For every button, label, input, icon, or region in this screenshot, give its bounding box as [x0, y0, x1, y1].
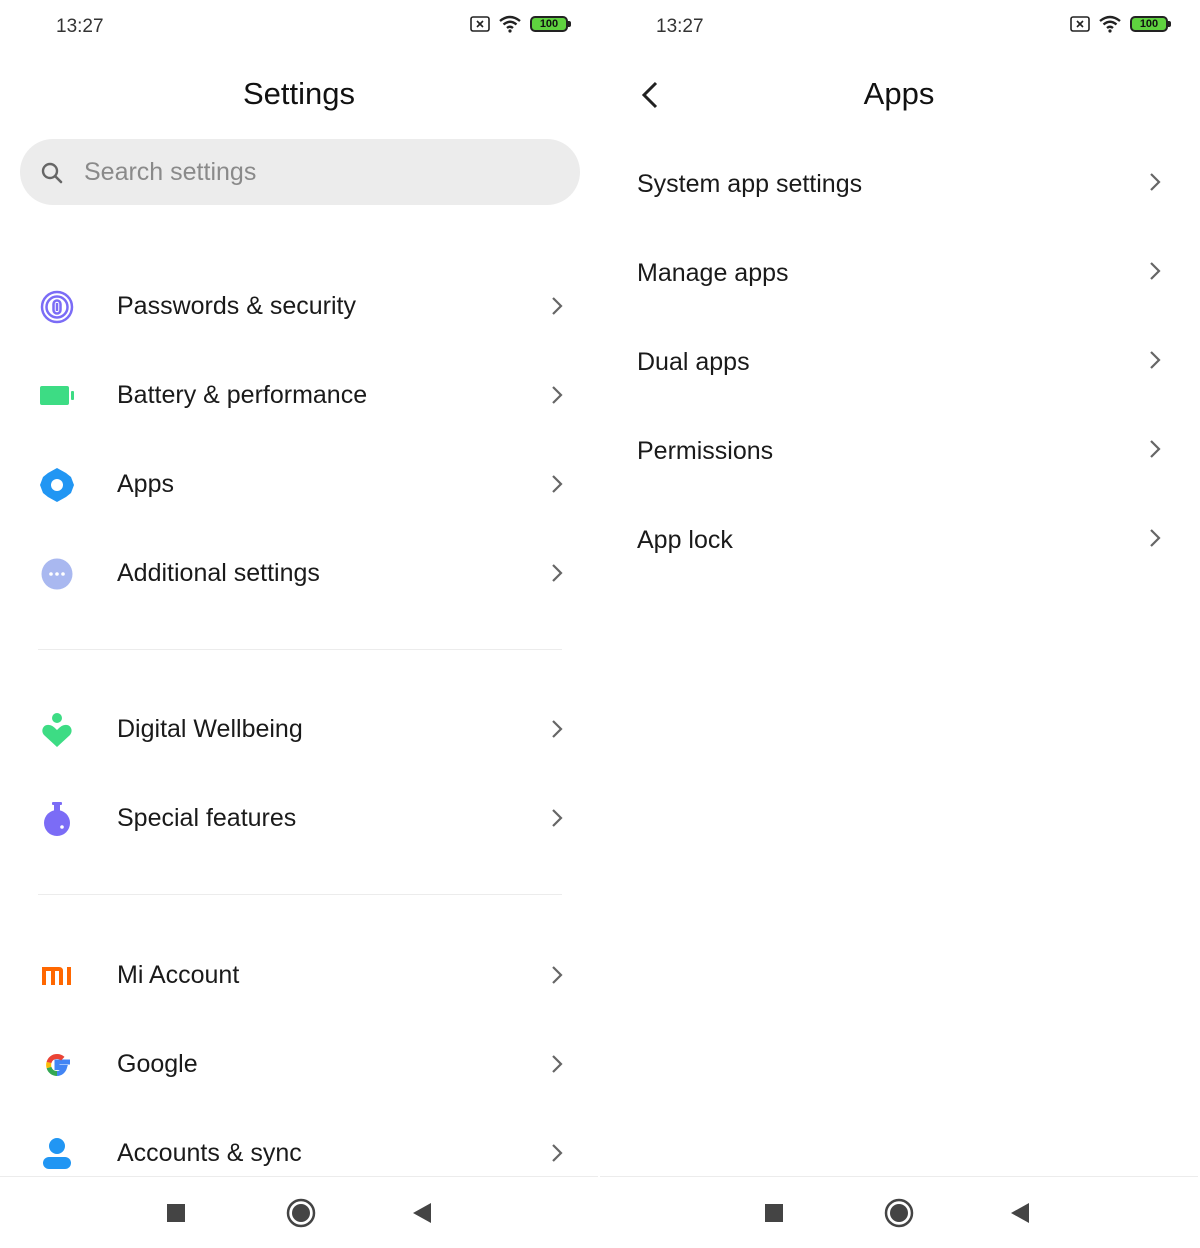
- chevron-right-icon: [1150, 440, 1161, 458]
- chevron-right-icon: [552, 1144, 563, 1162]
- mi-logo-icon: [42, 967, 71, 985]
- no-sim-icon: [470, 16, 490, 32]
- settings-item-label: Special features: [117, 804, 297, 832]
- status-time: 13:27: [56, 16, 104, 37]
- chevron-right-icon: [1150, 351, 1161, 369]
- apps-item-label: System app settings: [637, 170, 863, 198]
- apps-item-dual-apps[interactable]: Dual apps: [600, 318, 1198, 406]
- battery-icon: [40, 386, 74, 405]
- chevron-right-icon: [552, 386, 563, 404]
- settings-item-google[interactable]: Google: [0, 1020, 598, 1108]
- apps-item-app-lock[interactable]: App lock: [600, 496, 1198, 584]
- fingerprint-icon: [40, 290, 74, 324]
- gear-icon: [40, 468, 74, 502]
- status-bar: 13:27 100: [0, 0, 598, 54]
- wifi-icon: [499, 15, 521, 33]
- no-sim-icon: [1070, 16, 1090, 32]
- battery-level: 100: [1139, 18, 1159, 30]
- search-bar[interactable]: [20, 139, 580, 205]
- settings-item-special-features[interactable]: Special features: [0, 774, 598, 862]
- recents-square-icon[interactable]: [764, 1203, 784, 1223]
- chevron-right-icon: [1150, 529, 1161, 547]
- search-input[interactable]: [84, 139, 554, 205]
- navigation-bar: [0, 1176, 598, 1248]
- settings-item-label: Digital Wellbeing: [117, 715, 303, 743]
- settings-item-label: Google: [117, 1050, 198, 1078]
- recents-square-icon[interactable]: [166, 1203, 186, 1223]
- apps-screen: 13:27 100 Apps System app settings Manag…: [600, 0, 1198, 1248]
- wellbeing-heart-icon: [42, 713, 72, 747]
- chevron-right-icon: [552, 564, 563, 582]
- page-title: Settings: [242, 76, 355, 111]
- chevron-right-icon: [552, 720, 563, 738]
- status-bar: 13:27 100: [600, 0, 1198, 54]
- apps-item-permissions[interactable]: Permissions: [600, 407, 1198, 495]
- settings-item-label: Mi Account: [117, 961, 240, 989]
- status-time: 13:27: [656, 16, 704, 37]
- home-circle-icon[interactable]: [286, 1198, 316, 1228]
- more-dots-icon: [41, 558, 73, 590]
- back-triangle-icon[interactable]: [412, 1202, 432, 1224]
- settings-item-label: Accounts & sync: [117, 1139, 302, 1167]
- chevron-right-icon: [1150, 262, 1161, 280]
- chevron-right-icon: [552, 1055, 563, 1073]
- chevron-right-icon: [552, 297, 563, 315]
- apps-item-system-app-settings[interactable]: System app settings: [600, 140, 1198, 228]
- search-icon: [41, 162, 63, 184]
- section-divider: [38, 649, 562, 650]
- google-g-icon: [46, 1053, 70, 1076]
- settings-item-label: Additional settings: [117, 559, 320, 587]
- person-icon: [43, 1138, 71, 1169]
- settings-screen: 13:27 100 Settings Search settings Passw…: [0, 0, 598, 1248]
- apps-item-label: App lock: [637, 526, 733, 554]
- settings-item-label: Battery & performance: [117, 381, 368, 409]
- settings-item-label: Apps: [117, 470, 174, 498]
- settings-item-label: Passwords & security: [117, 292, 356, 320]
- apps-item-label: Dual apps: [637, 348, 750, 376]
- settings-item-battery-performance[interactable]: Battery & performance: [0, 351, 598, 439]
- battery-level: 100: [539, 18, 559, 30]
- home-circle-icon[interactable]: [884, 1198, 914, 1228]
- chevron-right-icon: [1150, 173, 1161, 191]
- apps-item-label: Permissions: [637, 437, 774, 465]
- settings-item-apps[interactable]: Apps: [0, 440, 598, 528]
- settings-item-additional-settings[interactable]: Additional settings: [0, 529, 598, 617]
- settings-item-mi-account[interactable]: Mi Account: [0, 931, 598, 1019]
- battery-indicator: 100: [530, 16, 571, 32]
- page-title: Apps: [863, 76, 935, 111]
- section-divider: [38, 894, 562, 895]
- wifi-icon: [1099, 15, 1121, 33]
- apps-item-label: Manage apps: [637, 259, 789, 287]
- settings-item-passwords-security[interactable]: Passwords & security: [0, 262, 598, 350]
- chevron-right-icon: [552, 966, 563, 984]
- navigation-bar: [600, 1176, 1198, 1248]
- chevron-right-icon: [552, 809, 563, 827]
- chevron-right-icon: [552, 475, 563, 493]
- flask-icon: [44, 802, 70, 836]
- battery-indicator: 100: [1130, 16, 1171, 32]
- settings-item-digital-wellbeing[interactable]: Digital Wellbeing: [0, 685, 598, 773]
- apps-item-manage-apps[interactable]: Manage apps: [600, 229, 1198, 317]
- back-triangle-icon[interactable]: [1010, 1202, 1030, 1224]
